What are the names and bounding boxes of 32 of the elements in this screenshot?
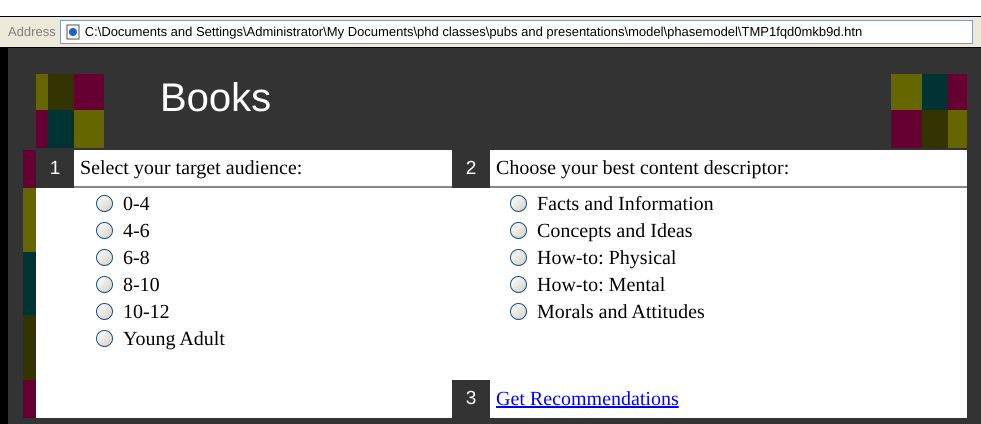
option-label: How-to: Physical (537, 246, 676, 270)
radio-button[interactable] (96, 330, 113, 347)
radio-button[interactable] (96, 249, 113, 266)
radio-button[interactable] (96, 195, 113, 212)
radio-button[interactable] (510, 303, 527, 320)
address-label: Address (8, 23, 56, 42)
radio-button[interactable] (96, 276, 113, 293)
radio-button[interactable] (96, 222, 113, 239)
option-label: Concepts and Ideas (537, 218, 693, 244)
option-label: 8-10 (123, 272, 160, 298)
option-label: 4-6 (123, 218, 150, 244)
recommendations-link[interactable]: Get Recommendations (496, 384, 679, 414)
page-title: Books (160, 75, 272, 122)
page-icon (64, 24, 81, 40)
option-label: How-to: Mental (537, 272, 666, 298)
option-label: 6-8 (123, 246, 150, 270)
step-number: 2 (452, 150, 490, 188)
option-label: Facts and Information (537, 192, 714, 216)
radio-button[interactable] (510, 222, 527, 239)
option-label: Young Adult (123, 326, 225, 352)
radio-button[interactable] (510, 276, 527, 293)
option-label: 0-4 (123, 192, 150, 216)
option-label: Morals and Attitudes (537, 300, 705, 324)
radio-button[interactable] (510, 195, 527, 212)
address-field[interactable]: C:\Documents and Settings\Administrator\My Documents\phd classes\pubs and presentations\model\phasemodel\TMP1fqd0mkb9d.htn (60, 20, 973, 44)
radio-button[interactable] (510, 249, 527, 266)
option-label: 10-12 (123, 300, 170, 324)
section-heading: Select your target audience: (74, 150, 452, 188)
step-number: 3 (452, 380, 490, 418)
section-heading: Choose your best content descriptor: (490, 150, 967, 188)
step-number: 1 (36, 150, 74, 188)
radio-button[interactable] (96, 303, 113, 320)
